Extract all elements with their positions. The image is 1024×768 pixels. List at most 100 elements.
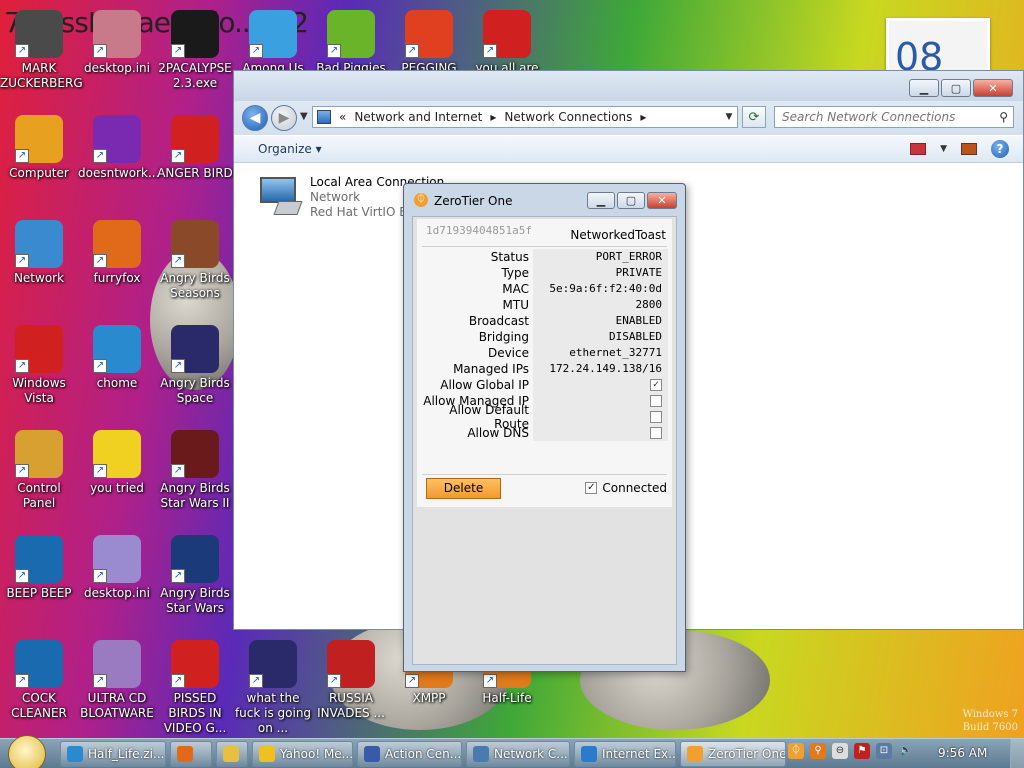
breadcrumb-overflow[interactable]: « bbox=[339, 110, 346, 124]
breadcrumb-network-connections[interactable]: Network Connections bbox=[504, 110, 632, 124]
back-button[interactable]: ◀ bbox=[242, 105, 268, 131]
angry-birds-space-icon: ↗ bbox=[249, 640, 297, 688]
desktop-icon[interactable]: ↗ COCK CLEANER bbox=[0, 640, 78, 721]
zerotier-maximize-button[interactable]: ▢ bbox=[617, 192, 645, 209]
desktop-icon[interactable]: ↗ desktop.ini bbox=[78, 10, 156, 76]
desktop-icon[interactable]: ↗ PEGGING bbox=[390, 10, 468, 76]
breadcrumb-separator-icon[interactable]: ▸ bbox=[640, 110, 646, 124]
desktop-icon[interactable]: ↗ Computer bbox=[0, 115, 78, 181]
person-icon: ↗ bbox=[15, 10, 63, 58]
desktop-icon-label: Angry Birds Seasons bbox=[160, 271, 230, 300]
close-icon: ✕ bbox=[657, 194, 667, 207]
zerotier-tray-icon[interactable]: ⏀ bbox=[788, 743, 804, 759]
taskbar-button[interactable]: Internet Ex... bbox=[574, 741, 676, 767]
zerotier-window[interactable]: ⏀ ZeroTier One ▁ ▢ ✕ 1d71939404851a5f Ne… bbox=[403, 183, 686, 672]
desktop-icon[interactable]: ↗ ULTRA CD BLOATWARE bbox=[78, 640, 156, 721]
zerotier-close-button[interactable]: ✕ bbox=[647, 192, 677, 209]
shortcut-arrow-icon: ↗ bbox=[327, 674, 341, 688]
desktop-icon[interactable]: ↗ Angry Birds Star Wars II bbox=[156, 430, 234, 511]
search-input[interactable] bbox=[782, 110, 982, 124]
desktop-icon[interactable]: ↗ Windows Vista bbox=[0, 325, 78, 406]
volume-icon[interactable]: 🔈 bbox=[898, 743, 914, 759]
desktop-icon[interactable]: ↗ PISSED BIRDS IN VIDEO G... bbox=[156, 640, 234, 736]
desktop-icon[interactable]: ↗ Angry Birds Space bbox=[156, 325, 234, 406]
shortcut-arrow-icon: ↗ bbox=[15, 359, 29, 373]
cd-disc-icon: ↗ bbox=[93, 640, 141, 688]
mtu-label: MTU bbox=[502, 298, 529, 312]
allow-dns-checkbox[interactable] bbox=[650, 427, 662, 439]
address-bar[interactable]: « Network and Internet ▸ Network Connect… bbox=[312, 106, 738, 128]
organize-menu[interactable]: Organize ▾ bbox=[258, 142, 322, 156]
recent-pages-button[interactable]: ▼ bbox=[300, 111, 308, 122]
search-box[interactable]: ⚲ bbox=[774, 106, 1014, 128]
desktop-icon[interactable]: ↗ ANGER BIRD bbox=[156, 115, 234, 181]
taskbar-button[interactable]: Half_Life.zi... bbox=[60, 741, 166, 767]
desktop-icon[interactable]: ↗ doesntwork... bbox=[78, 115, 159, 181]
minus-circle-tray-icon[interactable]: ⊖ bbox=[832, 743, 848, 759]
desktop-icon[interactable]: ↗ furryfox bbox=[78, 220, 156, 286]
connected-checkbox[interactable]: ✓ bbox=[585, 482, 598, 494]
action-center-tray-icon[interactable]: ⚑ bbox=[854, 743, 870, 759]
desktop-icon-label: COCK CLEANER bbox=[11, 691, 67, 720]
desktop-icon[interactable]: ↗ BEEP BEEP bbox=[0, 535, 78, 601]
desktop-icon[interactable]: ↗ Angry Birds Star Wars bbox=[156, 535, 234, 616]
desktop-icon[interactable]: ↗ Among Us bbox=[234, 10, 312, 76]
change-view-icon[interactable] bbox=[910, 143, 927, 155]
taskbar-button[interactable]: Action Cen... bbox=[357, 741, 462, 767]
refresh-button[interactable]: ⟳ bbox=[742, 106, 766, 128]
desktop-icon[interactable]: ↗ Control Panel bbox=[0, 430, 78, 511]
search-tray-icon[interactable]: ⚲ bbox=[810, 743, 826, 759]
forward-button[interactable]: ▶ bbox=[271, 105, 297, 131]
desktop-icon-label: PISSED BIRDS IN VIDEO G... bbox=[163, 691, 227, 735]
explorer-titlebar[interactable]: ▁ ▢ ✕ bbox=[234, 71, 1023, 101]
desktop-icon[interactable]: ↗ 2PACALYPSE 2.3.exe bbox=[156, 10, 234, 91]
desktop-icon[interactable]: ↗ you all are bbox=[468, 10, 546, 76]
taskbar-button[interactable]: ZeroTier One bbox=[680, 741, 786, 767]
mtu-row: MTU 2800 bbox=[422, 297, 668, 313]
bridging-row: Bridging DISABLED bbox=[422, 329, 668, 345]
close-button[interactable]: ✕ bbox=[973, 79, 1013, 97]
desktop-icon[interactable]: ↗ Network bbox=[0, 220, 78, 286]
desktop-icon[interactable]: ↗ Bad Piggies bbox=[312, 10, 390, 76]
shortcut-arrow-icon: ↗ bbox=[171, 254, 185, 268]
show-desktop-button[interactable] bbox=[1010, 739, 1024, 768]
photo-gadget[interactable]: 08 bbox=[886, 18, 990, 76]
desktop-icon[interactable]: ↗ you tried bbox=[78, 430, 156, 496]
help-icon[interactable]: ? bbox=[991, 140, 1009, 158]
desktop-icon[interactable]: ↗ Angry Birds Seasons bbox=[156, 220, 234, 301]
breadcrumb-separator-icon[interactable]: ▸ bbox=[490, 110, 496, 124]
maximize-button[interactable]: ▢ bbox=[941, 79, 971, 97]
allow-global-ip-checkbox[interactable]: ✓ bbox=[650, 379, 662, 391]
zerotier-titlebar[interactable]: ⏀ ZeroTier One ▁ ▢ ✕ bbox=[404, 184, 685, 216]
desktop-icon[interactable]: ↗ RUSSIA INVADES ... bbox=[312, 640, 390, 721]
minimize-button[interactable]: ▁ bbox=[909, 79, 939, 97]
allow-default-route-checkbox[interactable] bbox=[650, 411, 662, 423]
taskbar-button[interactable] bbox=[216, 741, 248, 767]
address-row: ◀ ▶ ▼ « Network and Internet ▸ Network C… bbox=[234, 101, 1023, 135]
delete-network-button[interactable]: Delete bbox=[426, 478, 501, 499]
view-options-chevron-icon[interactable]: ▼ bbox=[940, 144, 947, 154]
allow-dns-row: Allow DNS bbox=[422, 425, 668, 441]
start-button[interactable] bbox=[8, 735, 46, 768]
connected-toggle[interactable]: ✓ Connected bbox=[585, 481, 667, 495]
shortcut-arrow-icon: ↗ bbox=[405, 44, 419, 58]
peggle-icon: ↗ bbox=[405, 10, 453, 58]
desktop-icon[interactable]: ↗ MARK ZUCKERBERG bbox=[0, 10, 83, 91]
search-icon[interactable]: ⚲ bbox=[999, 110, 1008, 124]
zerotier-minimize-button[interactable]: ▁ bbox=[587, 192, 615, 209]
taskbar-button[interactable] bbox=[170, 741, 212, 767]
taskbar-clock[interactable]: 9:56 AM bbox=[938, 746, 987, 760]
taskbar-button[interactable]: Network C... bbox=[466, 741, 570, 767]
preview-pane-icon[interactable] bbox=[961, 143, 977, 155]
desktop-icon-label: ULTRA CD BLOATWARE bbox=[80, 691, 154, 720]
shortcut-arrow-icon: ↗ bbox=[15, 44, 29, 58]
desktop-icon[interactable]: ↗ what the fuck is going on ... bbox=[234, 640, 312, 736]
desktop-icon[interactable]: ↗ chome bbox=[78, 325, 156, 391]
network-tray-icon[interactable]: ⊡ bbox=[876, 743, 892, 759]
taskbar-button[interactable]: Yahoo! Me... bbox=[252, 741, 353, 767]
address-dropdown-icon[interactable]: ▼ bbox=[721, 112, 737, 122]
breadcrumb-network-and-internet[interactable]: Network and Internet bbox=[354, 110, 482, 124]
desktop-icon[interactable]: ↗ desktop.ini bbox=[78, 535, 156, 601]
network-id[interactable]: 1d71939404851a5f bbox=[426, 224, 532, 237]
allow-managed-ip-checkbox[interactable] bbox=[650, 395, 662, 407]
